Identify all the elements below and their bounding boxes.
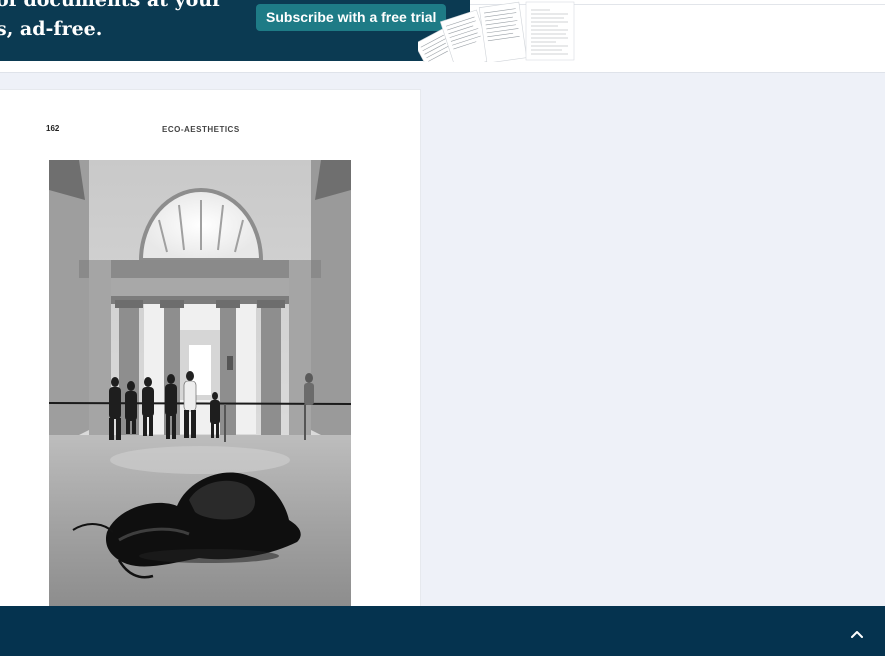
scroll-to-top-button[interactable]	[845, 622, 869, 646]
promo-headline-line1: of documents at your	[0, 0, 223, 11]
promo-headline-line2: s, ad-free.	[0, 18, 103, 40]
gallery-sculpture-photo	[49, 160, 351, 610]
running-head: ECO-AESTHETICS	[162, 125, 240, 134]
document-stack-icon	[418, 1, 575, 62]
chevron-up-icon	[851, 631, 863, 638]
page-number: 162	[46, 124, 60, 133]
document-page: 162 ECO-AESTHETICS	[0, 90, 420, 610]
promo-banner: of documents at your s, ad-free. Subscri…	[0, 0, 885, 73]
footer-bar	[0, 606, 885, 656]
